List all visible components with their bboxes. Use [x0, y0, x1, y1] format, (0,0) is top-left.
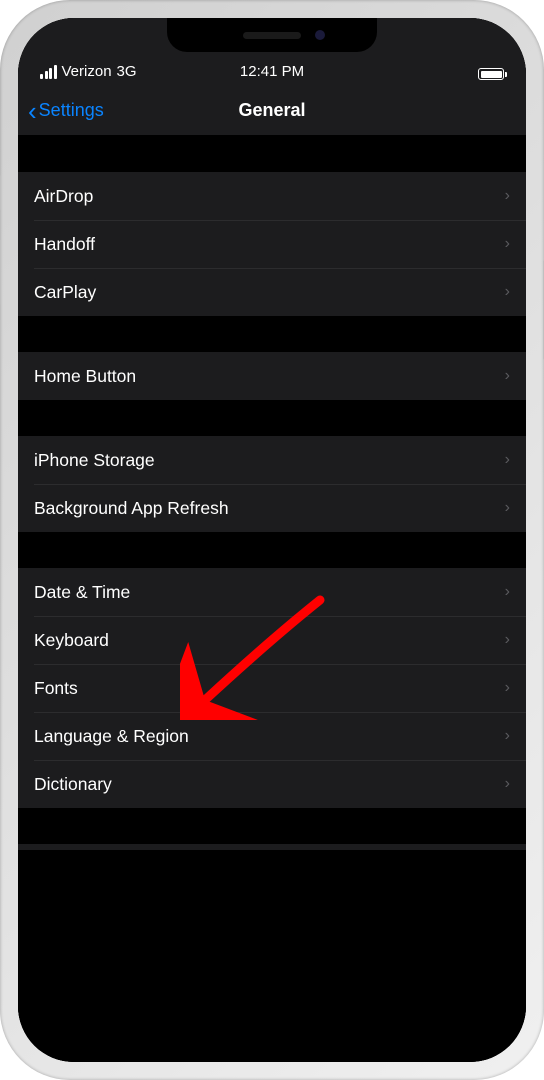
- list-item-label: Date & Time: [34, 582, 130, 603]
- section-group: [18, 844, 526, 850]
- list-item-label: iPhone Storage: [34, 450, 155, 471]
- front-camera: [315, 30, 325, 40]
- list-item-label: Fonts: [34, 678, 78, 699]
- section-group: iPhone Storage › Background App Refresh …: [18, 436, 526, 532]
- screen: Verizon 3G 12:41 PM ‹ Settings General: [18, 18, 526, 1062]
- list-item-home-button[interactable]: Home Button ›: [18, 352, 526, 400]
- chevron-right-icon: ›: [505, 499, 510, 517]
- list-item-label: Language & Region: [34, 726, 189, 747]
- chevron-right-icon: ›: [505, 775, 510, 793]
- chevron-right-icon: ›: [505, 631, 510, 649]
- list-item-label: Keyboard: [34, 630, 109, 651]
- time-label: 12:41 PM: [240, 63, 304, 80]
- list-item-label: Home Button: [34, 366, 136, 387]
- silence-switch: [0, 175, 1, 210]
- network-label: 3G: [117, 63, 137, 80]
- list-item-iphone-storage[interactable]: iPhone Storage ›: [18, 436, 526, 484]
- list-item-dictionary[interactable]: Dictionary ›: [18, 760, 526, 808]
- signal-icon: [40, 65, 57, 79]
- status-right: [478, 68, 504, 80]
- list-item-date-time[interactable]: Date & Time ›: [18, 568, 526, 616]
- chevron-right-icon: ›: [505, 727, 510, 745]
- notch: [167, 18, 377, 52]
- list-item-label: CarPlay: [34, 282, 96, 303]
- chevron-right-icon: ›: [505, 235, 510, 253]
- status-left: Verizon 3G: [40, 63, 137, 80]
- section-group: AirDrop › Handoff › CarPlay ›: [18, 172, 526, 316]
- list-item-label: AirDrop: [34, 186, 93, 207]
- list-item-label: Background App Refresh: [34, 498, 229, 519]
- phone-frame: Verizon 3G 12:41 PM ‹ Settings General: [0, 0, 544, 1080]
- list-item-fonts[interactable]: Fonts ›: [18, 664, 526, 712]
- navigation-bar: ‹ Settings General: [18, 86, 526, 136]
- list-item-carplay[interactable]: CarPlay ›: [18, 268, 526, 316]
- chevron-right-icon: ›: [505, 679, 510, 697]
- chevron-right-icon: ›: [505, 187, 510, 205]
- content-scroll[interactable]: AirDrop › Handoff › CarPlay › Hom: [18, 136, 526, 1062]
- back-button[interactable]: ‹ Settings: [28, 98, 104, 124]
- back-label: Settings: [39, 100, 104, 121]
- volume-down-button: [0, 320, 1, 385]
- volume-up-button: [0, 240, 1, 305]
- list-item-language-region[interactable]: Language & Region ›: [18, 712, 526, 760]
- battery-icon: [478, 68, 504, 80]
- list-item-handoff[interactable]: Handoff ›: [18, 220, 526, 268]
- list-item-label: Dictionary: [34, 774, 112, 795]
- page-title: General: [238, 100, 305, 121]
- chevron-left-icon: ‹: [28, 98, 37, 124]
- chevron-right-icon: ›: [505, 283, 510, 301]
- section-group: Home Button ›: [18, 352, 526, 400]
- phone-inner: Verizon 3G 12:41 PM ‹ Settings General: [18, 18, 526, 1062]
- chevron-right-icon: ›: [505, 583, 510, 601]
- section-group: Date & Time › Keyboard › Fonts › Languag…: [18, 568, 526, 808]
- list-item-airdrop[interactable]: AirDrop ›: [18, 172, 526, 220]
- chevron-right-icon: ›: [505, 451, 510, 469]
- speaker: [243, 32, 301, 39]
- carrier-label: Verizon: [62, 63, 112, 80]
- list-item-label: Handoff: [34, 234, 95, 255]
- list-item-background-app-refresh[interactable]: Background App Refresh ›: [18, 484, 526, 532]
- chevron-right-icon: ›: [505, 367, 510, 385]
- list-item-keyboard[interactable]: Keyboard ›: [18, 616, 526, 664]
